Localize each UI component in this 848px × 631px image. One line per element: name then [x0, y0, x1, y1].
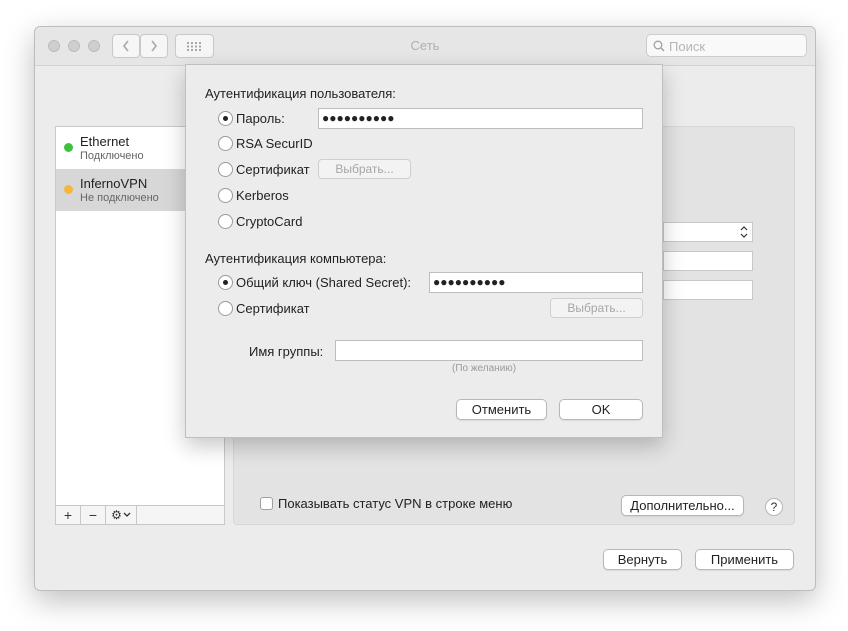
cancel-button[interactable]: Отменить	[456, 399, 547, 420]
radio-password[interactable]	[218, 111, 233, 126]
radio-machine-certificate[interactable]	[218, 301, 233, 316]
group-name-label: Имя группы:	[249, 344, 324, 359]
radio-machine-certificate-label: Сертификат	[236, 301, 310, 316]
radio-rsa-securid-label: RSA SecurID	[236, 136, 313, 151]
service-status: Не подключено	[80, 192, 159, 204]
radio-shared-secret[interactable]	[218, 275, 233, 290]
search-field[interactable]: Поиск	[646, 34, 807, 57]
gear-icon: ⚙	[111, 508, 122, 522]
ok-button[interactable]: OK	[559, 399, 643, 420]
password-field[interactable]: ●●●●●●●●●●	[318, 108, 643, 129]
status-dot-connected	[64, 143, 73, 152]
help-button[interactable]: ?	[765, 498, 783, 516]
service-name: Ethernet	[80, 134, 130, 149]
service-status: Подключено	[80, 150, 144, 162]
group-name-field[interactable]	[335, 340, 643, 361]
show-vpn-status-checkbox[interactable]	[260, 497, 273, 510]
authentication-settings-sheet: Аутентификация пользователя: Пароль: ●●●…	[185, 64, 663, 438]
radio-kerberos-label: Kerberos	[236, 188, 289, 203]
account-name-field[interactable]	[663, 280, 753, 300]
radio-password-label: Пароль:	[236, 111, 285, 126]
radio-user-certificate-label: Сертификат	[236, 162, 310, 177]
show-vpn-status-label: Показывать статус VPN в строке меню	[278, 496, 513, 511]
group-name-hint: (По желанию)	[452, 363, 517, 374]
user-auth-heading: Аутентификация пользователя:	[205, 86, 396, 101]
shared-secret-field[interactable]: ●●●●●●●●●●	[429, 272, 643, 293]
chevron-down-icon	[123, 512, 131, 517]
search-icon	[653, 40, 665, 52]
radio-rsa-securid[interactable]	[218, 136, 233, 151]
configuration-popup[interactable]	[663, 222, 753, 242]
apply-button[interactable]: Применить	[695, 549, 794, 570]
radio-cryptocard[interactable]	[218, 214, 233, 229]
radio-user-certificate[interactable]	[218, 162, 233, 177]
chevron-updown-icon	[740, 226, 748, 238]
radio-cryptocard-label: CryptoCard	[236, 214, 303, 229]
user-certificate-select-button[interactable]: Выбрать...	[318, 159, 411, 179]
revert-button[interactable]: Вернуть	[603, 549, 682, 570]
machine-auth-heading: Аутентификация компьютера:	[205, 251, 387, 266]
title-bar: Сеть Поиск	[35, 27, 815, 66]
status-dot-disconnected	[64, 185, 73, 194]
add-service-button[interactable]: +	[56, 506, 81, 524]
radio-kerberos[interactable]	[218, 188, 233, 203]
service-list-toolbar: + − ⚙	[55, 505, 225, 525]
machine-certificate-select-button[interactable]: Выбрать...	[550, 298, 643, 318]
gear-menu-button[interactable]: ⚙	[106, 506, 137, 524]
server-address-field[interactable]	[663, 251, 753, 271]
advanced-button[interactable]: Дополнительно...	[621, 495, 744, 516]
remove-service-button[interactable]: −	[81, 506, 106, 524]
service-name: InfernoVPN	[80, 176, 148, 191]
search-placeholder: Поиск	[669, 39, 706, 54]
radio-shared-secret-label: Общий ключ (Shared Secret):	[236, 275, 412, 290]
